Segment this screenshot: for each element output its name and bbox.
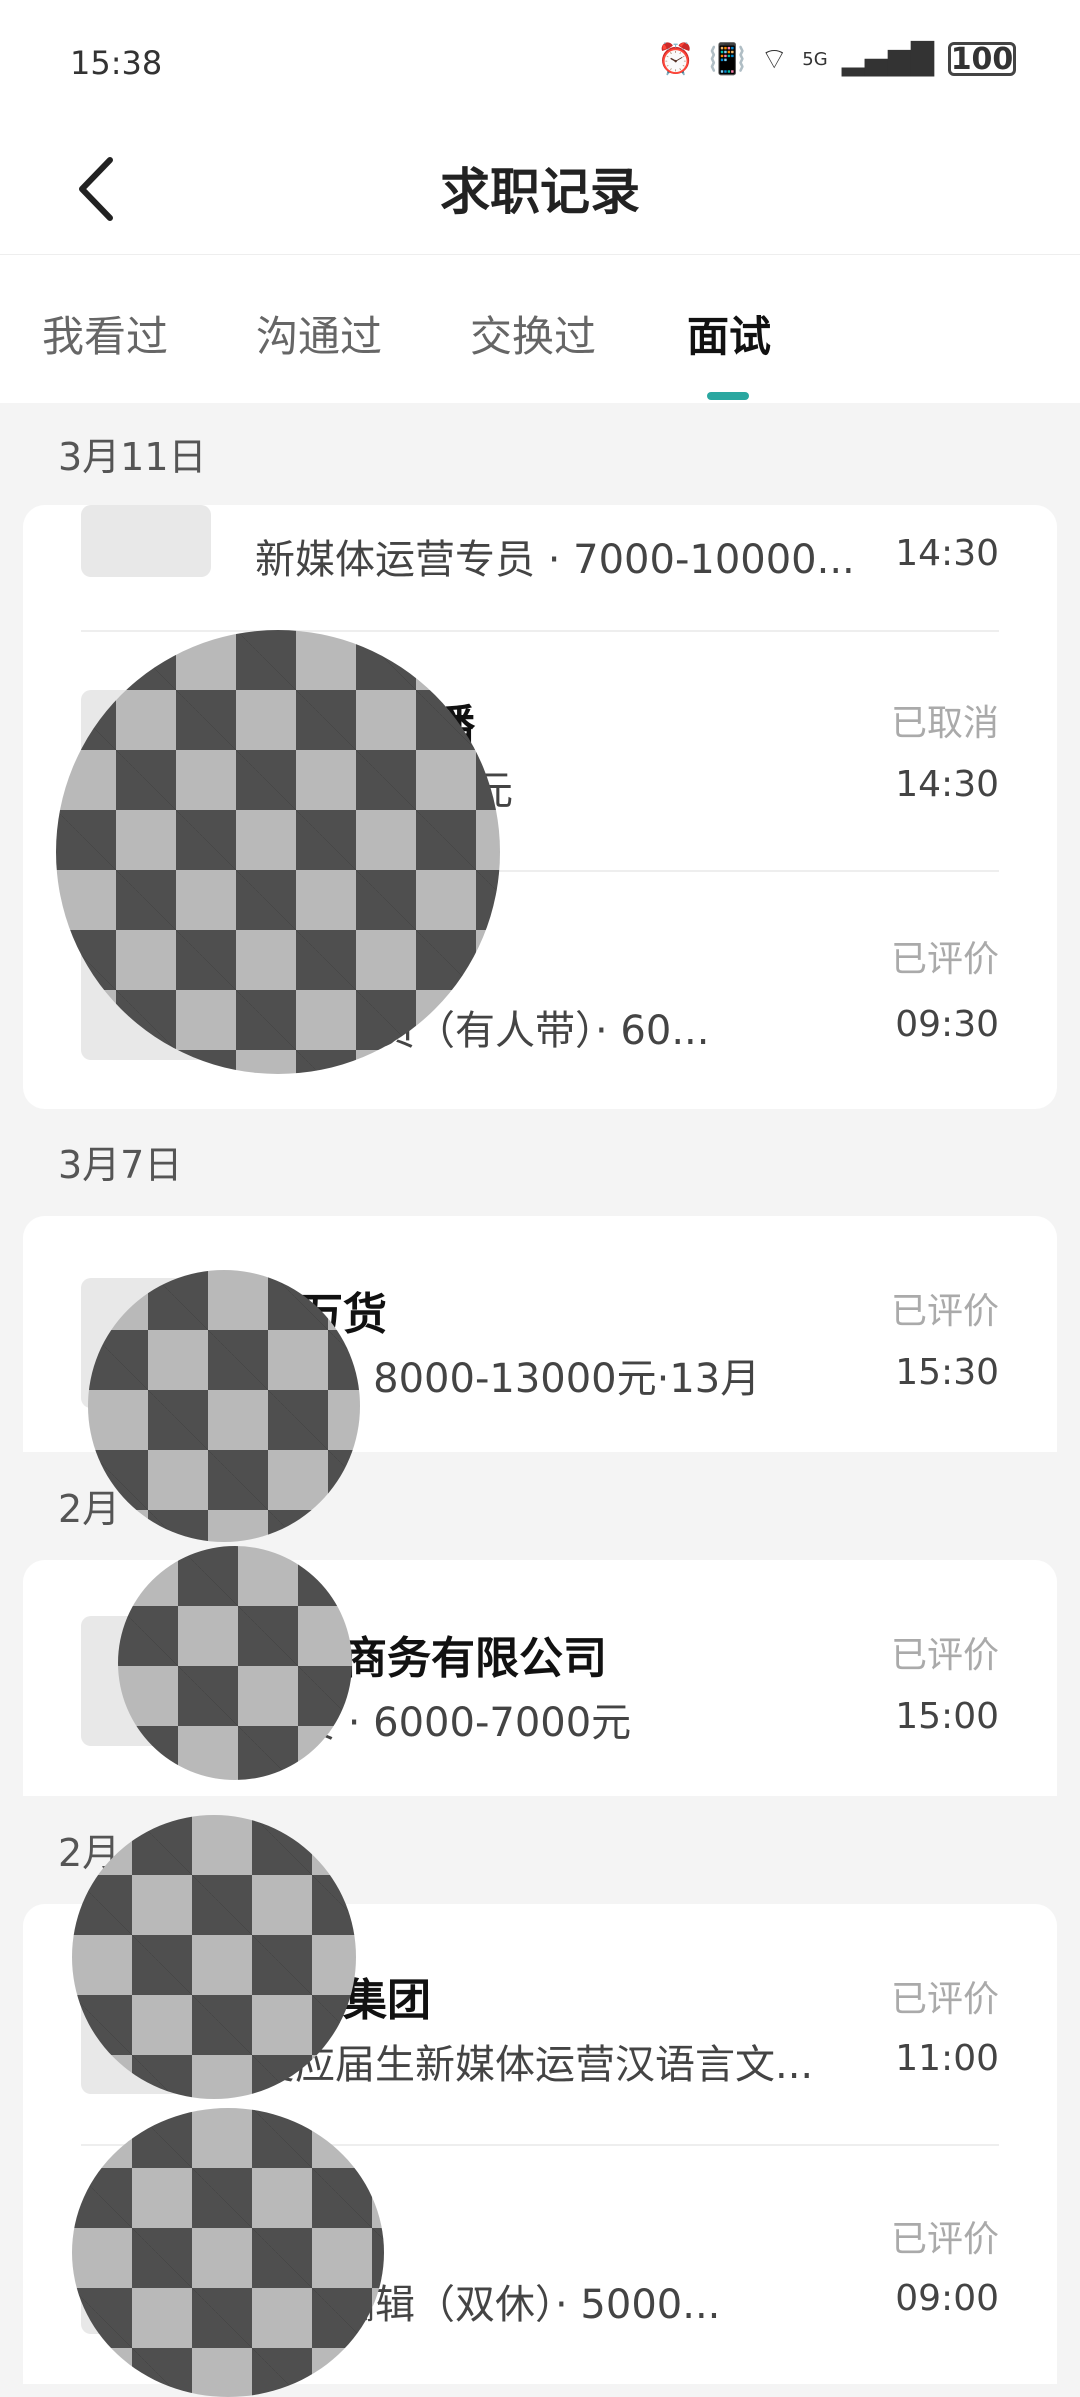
active-tab-indicator	[707, 392, 749, 400]
alarm-icon: ⏰	[657, 41, 695, 77]
section-date: 3月7日	[58, 1143, 183, 1187]
status-badge: 已评价	[890, 1635, 999, 1676]
privacy-blur-mask	[72, 2108, 384, 2397]
interview-time: 09:00	[895, 2278, 999, 2319]
privacy-blur-mask	[72, 1815, 356, 2099]
status-icons: ⏰ 📳 ⌔ 5G ▂▄▆█ 100	[657, 40, 1016, 78]
battery-icon: 100	[948, 42, 1016, 77]
tab-viewed[interactable]: 我看过	[42, 303, 168, 364]
privacy-blur-mask	[118, 1546, 352, 1780]
interview-time: 15:30	[895, 1352, 999, 1393]
tab-exchanged[interactable]: 交换过	[470, 303, 596, 364]
position-text: 受应届生新媒体运营汉语言文...	[255, 2042, 814, 2088]
section-date: 2月	[58, 1487, 121, 1531]
interview-time: 11:00	[895, 2038, 999, 2079]
section-date: 3月11日	[58, 435, 207, 479]
status-badge: 已评价	[890, 939, 999, 980]
interview-time: 15:00	[895, 1696, 999, 1737]
tab-communicated[interactable]: 沟通过	[256, 303, 382, 364]
tab-bar: 我看过 沟通过 交换过 面试	[0, 255, 1080, 403]
network-label: 5G	[802, 48, 828, 70]
signal-icon: ▂▄▆█	[841, 41, 934, 77]
privacy-blur-mask	[88, 1270, 360, 1542]
interview-time: 14:30	[895, 533, 999, 574]
status-badge: 已取消	[890, 703, 999, 744]
tab-interview[interactable]: 面试	[687, 303, 771, 364]
position-text: 新媒体运营专员 · 7000-10000...	[255, 537, 855, 583]
interview-time: 09:30	[895, 1004, 999, 1045]
status-badge: 已评价	[890, 1979, 999, 2020]
status-bar: 15:38 ⏰ 📳 ⌔ 5G ▂▄▆█ 100	[0, 0, 1080, 128]
vibrate-icon: 📳	[708, 41, 747, 77]
wifi-icon: ⌔	[760, 42, 789, 77]
status-badge: 已评价	[890, 1291, 999, 1332]
list-item[interactable]: 新媒体运营专员 · 7000-10000... 14:30	[23, 505, 1057, 630]
page-title: 求职记录	[440, 163, 640, 221]
header-bar: 求职记录	[0, 128, 1080, 255]
status-time: 15:38	[70, 44, 163, 82]
company-logo	[81, 505, 211, 577]
status-badge: 已评价	[890, 2219, 999, 2260]
interview-time: 14:30	[895, 764, 999, 805]
privacy-blur-mask	[56, 630, 500, 1074]
